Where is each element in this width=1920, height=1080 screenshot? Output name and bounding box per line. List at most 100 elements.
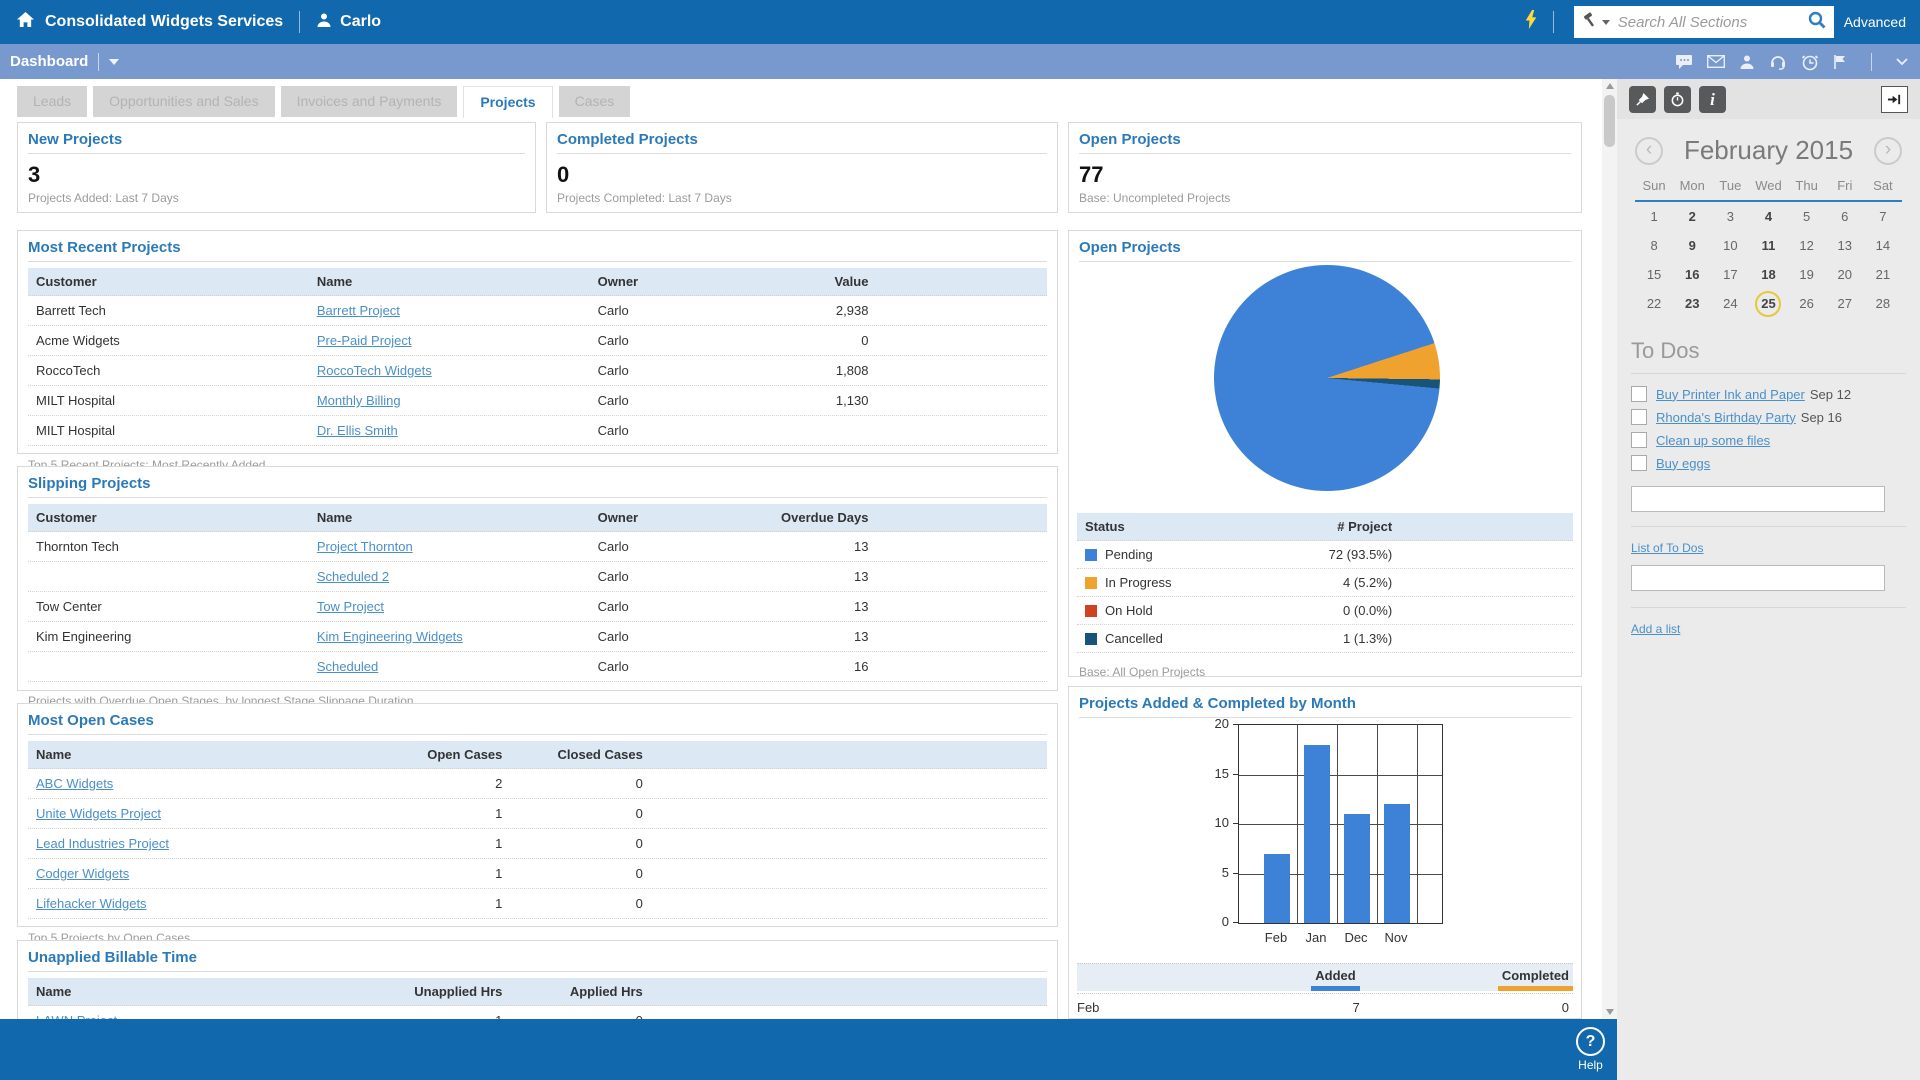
advanced-search-link[interactable]: Advanced (1844, 14, 1906, 30)
todo-link[interactable]: Rhonda's Birthday Party (1656, 410, 1796, 425)
legend-added[interactable]: Added (1311, 968, 1359, 991)
add-a-list-link[interactable]: Add a list (1631, 622, 1680, 636)
stopwatch-icon[interactable] (1664, 86, 1691, 113)
todo-checkbox[interactable] (1631, 432, 1647, 448)
project-link[interactable]: Scheduled (317, 659, 378, 674)
calendar-day[interactable]: 26 (1788, 289, 1826, 318)
calendar-day[interactable]: 16 (1673, 260, 1711, 289)
calendar-day[interactable]: 14 (1864, 231, 1902, 260)
calendar-day[interactable]: 27 (1826, 289, 1864, 318)
calendar-day[interactable]: 20 (1826, 260, 1864, 289)
bar-added-jan[interactable] (1304, 745, 1330, 923)
bar-added-dec[interactable] (1344, 814, 1370, 923)
new-todo-input[interactable] (1631, 486, 1885, 512)
project-link[interactable]: Scheduled 2 (317, 569, 389, 584)
pin-icon[interactable] (1629, 86, 1656, 113)
project-link[interactable]: Barrett Project (317, 303, 400, 318)
column-header[interactable]: Customer (36, 274, 317, 289)
project-link[interactable]: Dr. Ellis Smith (317, 423, 398, 438)
todo-link[interactable]: Buy eggs (1656, 456, 1710, 471)
calendar-day[interactable]: 5 (1788, 202, 1826, 231)
scrollbar-down-arrow[interactable] (1602, 1005, 1617, 1019)
bar-added-feb[interactable] (1264, 854, 1290, 923)
calendar-day[interactable]: 11 (1749, 231, 1787, 260)
column-header[interactable]: Value (738, 274, 868, 289)
calendar-day[interactable]: 19 (1788, 260, 1826, 289)
column-header[interactable]: Unapplied Hrs (382, 984, 502, 999)
scrollbar-up-arrow[interactable] (1602, 79, 1617, 93)
column-header[interactable]: Closed Cases (502, 747, 642, 762)
calendar-next-icon[interactable]: › (1874, 137, 1902, 165)
tab-invoices-and-payments[interactable]: Invoices and Payments (281, 86, 458, 117)
calendar-day[interactable]: 13 (1826, 231, 1864, 260)
alarm-clock-icon[interactable] (1801, 53, 1819, 71)
project-link[interactable]: Unite Widgets Project (36, 806, 161, 821)
calendar-day[interactable]: 25 (1749, 289, 1787, 318)
contact-icon[interactable] (1739, 54, 1755, 70)
calendar-day[interactable]: 6 (1826, 202, 1864, 231)
scrollbar-thumb[interactable] (1604, 95, 1615, 147)
project-link[interactable]: Kim Engineering Widgets (317, 629, 463, 644)
search-box[interactable] (1574, 6, 1834, 38)
tab-opportunities-and-sales[interactable]: Opportunities and Sales (93, 86, 274, 117)
help-button[interactable]: ? Help (1576, 1027, 1605, 1072)
column-header[interactable]: Name (317, 274, 598, 289)
bar-chart-plot-area[interactable] (1238, 724, 1443, 924)
search-input[interactable] (1616, 13, 1808, 32)
project-link[interactable]: Tow Project (317, 599, 384, 614)
tab-cases[interactable]: Cases (559, 86, 631, 117)
vertical-scrollbar[interactable] (1602, 79, 1617, 1019)
calendar-day[interactable]: 1 (1635, 202, 1673, 231)
open-projects-pie-chart[interactable] (1214, 265, 1440, 491)
page-title[interactable]: Dashboard (10, 53, 88, 70)
support-headset-icon[interactable] (1769, 54, 1787, 70)
column-header[interactable]: Owner (598, 274, 738, 289)
collapse-panel-icon[interactable] (1881, 86, 1908, 113)
help-icon[interactable]: ? (1576, 1027, 1605, 1056)
calendar-day[interactable]: 24 (1711, 289, 1749, 318)
calendar-day[interactable]: 9 (1673, 231, 1711, 260)
company-name[interactable]: Consolidated Widgets Services (45, 13, 283, 31)
project-link[interactable]: Codger Widgets (36, 866, 129, 881)
calendar-day[interactable]: 22 (1635, 289, 1673, 318)
project-link[interactable]: ABC Widgets (36, 776, 113, 791)
home-icon[interactable] (16, 11, 35, 33)
calendar-day[interactable]: 8 (1635, 231, 1673, 260)
todo-link[interactable]: Buy Printer Ink and Paper (1656, 387, 1805, 402)
calendar-day[interactable]: 15 (1635, 260, 1673, 289)
calendar-day[interactable]: 4 (1749, 202, 1787, 231)
calendar-day[interactable]: 17 (1711, 260, 1749, 289)
column-header[interactable]: Status (1085, 519, 1277, 534)
quick-launch-icon[interactable] (1525, 10, 1537, 34)
project-link[interactable]: Project Thornton (317, 539, 413, 554)
column-header[interactable]: Name (36, 984, 382, 999)
chat-icon[interactable] (1675, 54, 1693, 70)
project-link[interactable]: Pre-Paid Project (317, 333, 412, 348)
tab-leads[interactable]: Leads (17, 86, 87, 117)
current-user[interactable]: Carlo (340, 13, 381, 31)
todo-link[interactable]: Clean up some files (1656, 433, 1770, 448)
column-header[interactable]: # Project (1277, 519, 1392, 534)
flag-icon[interactable] (1833, 54, 1847, 70)
calendar-prev-icon[interactable]: ‹ (1635, 137, 1663, 165)
tab-projects[interactable]: Projects (463, 86, 552, 118)
calendar-day[interactable]: 12 (1788, 231, 1826, 260)
column-header[interactable]: Name (36, 747, 382, 762)
todo-checkbox[interactable] (1631, 409, 1647, 425)
column-header[interactable]: Owner (598, 510, 738, 525)
calendar-day[interactable]: 28 (1864, 289, 1902, 318)
column-header[interactable]: Open Cases (382, 747, 502, 762)
project-link[interactable]: Lifehacker Widgets (36, 896, 147, 911)
project-link[interactable]: Monthly Billing (317, 393, 401, 408)
more-menu-chevron-icon[interactable] (1896, 58, 1908, 65)
search-scope-icon[interactable] (1582, 12, 1598, 33)
list-of-todos-link[interactable]: List of To Dos (1631, 541, 1703, 555)
mail-icon[interactable] (1707, 55, 1725, 68)
search-scope-caret-icon[interactable] (1602, 20, 1610, 25)
bar-added-nov[interactable] (1384, 804, 1410, 923)
page-menu-chevron-icon[interactable] (109, 59, 119, 65)
calendar-day[interactable]: 23 (1673, 289, 1711, 318)
calendar-day[interactable]: 2 (1673, 202, 1711, 231)
calendar-day[interactable]: 10 (1711, 231, 1749, 260)
project-link[interactable]: RoccoTech Widgets (317, 363, 432, 378)
